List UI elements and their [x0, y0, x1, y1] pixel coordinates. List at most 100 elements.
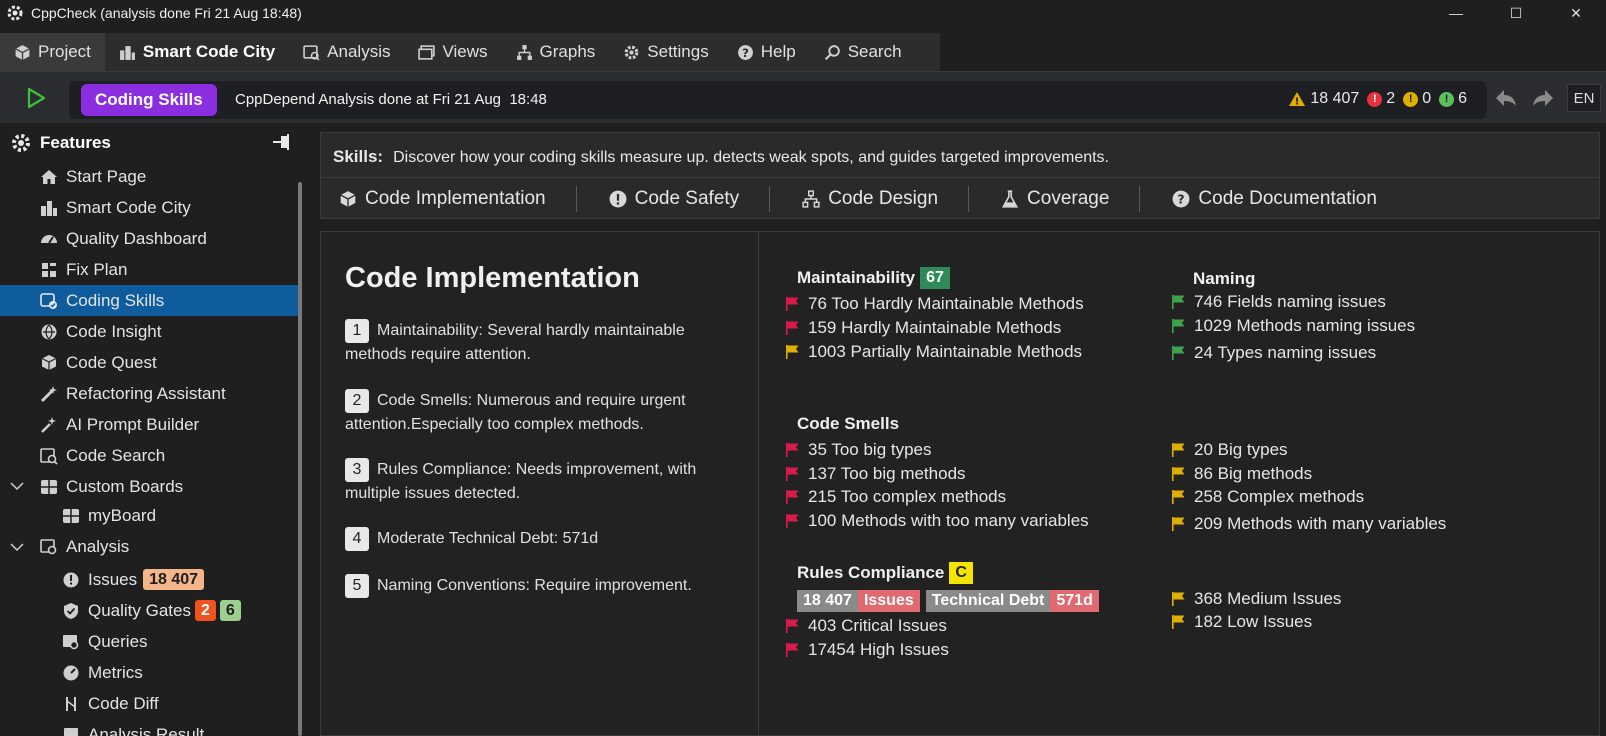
point-number: 4 — [345, 527, 369, 551]
sidebar-item-label: Queries — [88, 631, 148, 651]
query-icon — [62, 633, 80, 651]
back-arrow-icon[interactable] — [1493, 86, 1519, 110]
run-analysis-play-icon[interactable] — [25, 87, 47, 109]
maintainability-issue[interactable]: 76 Too Hardly Maintainable Methods — [785, 294, 1084, 314]
maintainability-score: 67 — [920, 267, 950, 289]
sidebar-item-quality-gates[interactable]: Quality Gates 2 6 — [0, 595, 298, 626]
issue-counts[interactable]: ! 18 407 ! 2 ! 0 ! 6 — [1288, 90, 1467, 108]
menu-analysis[interactable]: Analysis — [289, 33, 404, 71]
sidebar-item-code-quest[interactable]: Code Quest — [0, 347, 298, 378]
menu-smart-code-city[interactable]: Smart Code City — [105, 33, 289, 71]
menu-project[interactable]: Project — [0, 33, 105, 71]
code-smell-warning[interactable]: 86 Big methods — [1171, 464, 1312, 484]
language-button[interactable]: EN — [1567, 84, 1601, 112]
code-smell-critical[interactable]: 100 Methods with too many variables — [785, 511, 1089, 531]
menu-settings[interactable]: Settings — [609, 33, 722, 71]
pin-icon[interactable] — [271, 133, 291, 151]
flag-icon — [786, 643, 799, 657]
naming-issue[interactable]: 746 Fields naming issues — [1171, 292, 1386, 312]
summary-point-5: 5 Naming Conventions: Require improvement… — [345, 574, 735, 598]
sidebar-item-issues[interactable]: Issues 18 407 — [0, 564, 298, 595]
sidebar-item-ai-prompt-builder[interactable]: AI Prompt Builder — [0, 409, 298, 440]
maximize-button[interactable]: ☐ — [1486, 0, 1546, 26]
chevron-down-icon[interactable] — [10, 480, 24, 492]
flag-icon — [786, 321, 799, 335]
tab-code-safety[interactable]: Code Safety — [575, 185, 770, 212]
minimize-button[interactable]: — — [1426, 0, 1486, 26]
point-text: Rules Compliance: Needs improvement, wit… — [345, 461, 697, 502]
sidebar-item-refactoring-assistant[interactable]: Refactoring Assistant — [0, 378, 298, 409]
sidebar-item-start-page[interactable]: Start Page — [0, 161, 298, 192]
flag-icon — [1172, 295, 1185, 309]
sidebar-item-analysis-result[interactable]: Analysis Result — [0, 719, 298, 736]
menu-search[interactable]: Search — [810, 33, 916, 71]
point-text: Moderate Technical Debt: 571d — [377, 530, 599, 547]
warning-count: 18 407 — [1310, 90, 1360, 107]
code-search-icon — [40, 447, 58, 465]
flag-line-text: 215 Too complex methods — [808, 487, 1007, 506]
issues-count-chip: 18 407 — [797, 590, 858, 612]
sidebar-item-myboard[interactable]: myBoard — [0, 502, 298, 529]
close-button[interactable]: ✕ — [1546, 0, 1606, 26]
sidebar-item-label: Fix Plan — [66, 259, 128, 279]
city-icon — [119, 45, 135, 60]
code-smells-title: Code Smells — [797, 414, 899, 434]
sidebar-item-metrics[interactable]: Metrics — [0, 657, 298, 688]
ok-count: 6 — [1458, 90, 1467, 107]
coding-skills-badge[interactable]: Coding Skills — [81, 84, 217, 116]
sidebar-item-code-insight[interactable]: Code Insight — [0, 316, 298, 347]
code-smell-warning[interactable]: 20 Big types — [1171, 440, 1288, 460]
plan-icon — [40, 261, 58, 279]
sidebar-item-label: Analysis Result — [88, 724, 205, 736]
maintainability-issue[interactable]: 1003 Partially Maintainable Methods — [785, 342, 1082, 362]
naming-issue[interactable]: 24 Types naming issues — [1171, 343, 1376, 363]
rules-issue-high[interactable]: 17454 High Issues — [785, 640, 949, 660]
tab-code-design[interactable]: Code Design — [769, 185, 968, 212]
tab-coverage[interactable]: Coverage — [968, 185, 1139, 212]
code-smell-critical[interactable]: 35 Too big types — [785, 440, 932, 460]
sidebar-item-quality-dashboard[interactable]: Quality Dashboard — [0, 223, 298, 254]
flag-line-text: 182 Low Issues — [1194, 612, 1313, 631]
sidebar-item-custom-boards[interactable]: Custom Boards — [0, 471, 298, 502]
code-smell-critical[interactable]: 215 Too complex methods — [785, 487, 1006, 507]
flag-line-text: 100 Methods with too many variables — [808, 511, 1089, 530]
chevron-down-icon[interactable] — [10, 541, 24, 553]
sidebar-item-fix-plan[interactable]: Fix Plan — [0, 254, 298, 285]
rules-issue-high[interactable]: 403 Critical Issues — [785, 616, 947, 636]
menu-help[interactable]: ? Help — [723, 33, 810, 71]
code-smell-warning[interactable]: 258 Complex methods — [1171, 487, 1364, 507]
menu-graphs[interactable]: Graphs — [502, 33, 610, 71]
svg-text:?: ? — [1178, 192, 1185, 206]
naming-issue[interactable]: 1029 Methods naming issues — [1171, 316, 1415, 336]
flag-line-text: 1003 Partially Maintainable Methods — [808, 342, 1083, 361]
menu-views[interactable]: Views — [404, 33, 501, 71]
tab-code-implementation[interactable]: Code Implementation — [321, 186, 576, 212]
flag-line-text: 137 Too big methods — [808, 464, 966, 483]
sidebar-item-code-diff[interactable]: Code Diff — [0, 688, 298, 719]
tab-label: Code Implementation — [365, 187, 546, 209]
sidebar-item-smart-code-city[interactable]: Smart Code City — [0, 192, 298, 223]
sidebar-item-label: Analysis — [66, 536, 130, 556]
rules-issue-low[interactable]: 182 Low Issues — [1171, 612, 1312, 632]
sidebar-item-analysis[interactable]: Analysis — [0, 529, 298, 564]
maintainability-issue[interactable]: 159 Hardly Maintainable Methods — [785, 318, 1061, 338]
code-smell-critical[interactable]: 137 Too big methods — [785, 464, 966, 484]
menu-label: Views — [442, 42, 488, 61]
sidebar-item-label: AI Prompt Builder — [66, 414, 200, 434]
sidebar-item-coding-skills[interactable]: Coding Skills — [0, 285, 298, 316]
flag-line-text: 1029 Methods naming issues — [1194, 316, 1416, 335]
sidebar-item-label: myBoard — [88, 505, 157, 525]
flag-icon — [1172, 443, 1185, 457]
skills-icon — [40, 292, 58, 310]
tab-code-documentation[interactable]: ? Code Documentation — [1139, 185, 1407, 212]
flag-line-text: 76 Too Hardly Maintainable Methods — [808, 294, 1084, 313]
sidebar-scrollbar[interactable] — [298, 182, 302, 736]
code-smell-warning[interactable]: 209 Methods with many variables — [1171, 514, 1446, 534]
sidebar-item-queries[interactable]: Queries — [0, 626, 298, 657]
rules-issue-low[interactable]: 368 Medium Issues — [1171, 589, 1341, 609]
sidebar-item-code-search[interactable]: Code Search — [0, 440, 298, 471]
forward-arrow-icon[interactable] — [1530, 86, 1556, 110]
refactor-icon — [40, 385, 58, 403]
flag-icon — [1172, 592, 1185, 606]
menu-label: Smart Code City — [142, 42, 276, 61]
